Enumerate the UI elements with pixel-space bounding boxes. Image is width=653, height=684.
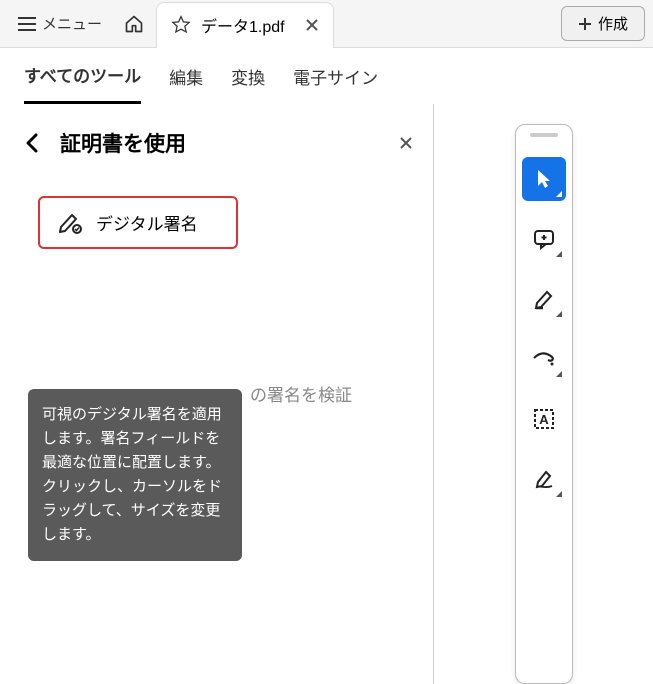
palette-drag-handle[interactable] xyxy=(530,133,558,137)
tab-title: データ1.pdf xyxy=(201,13,285,37)
tab-convert[interactable]: 変換 xyxy=(231,50,265,103)
document-tab[interactable]: データ1.pdf xyxy=(156,2,334,48)
tab-edit[interactable]: 編集 xyxy=(169,50,203,103)
panel-title: 証明書を使用 xyxy=(60,128,383,158)
textbox-tool[interactable]: A xyxy=(522,397,566,441)
text-box-icon: A xyxy=(533,408,555,430)
tab-all-tools[interactable]: すべてのツール xyxy=(24,48,141,104)
panel-close-button[interactable] xyxy=(399,136,413,150)
freehand-icon xyxy=(532,350,556,368)
back-button[interactable] xyxy=(20,131,44,155)
verify-label: の署名を検証 xyxy=(250,381,352,406)
cursor-icon xyxy=(534,168,554,190)
fountain-pen-icon xyxy=(533,468,555,490)
tooltip: 可視のデジタル署名を適用します。署名フィールドを最適な位置に配置します。クリック… xyxy=(28,389,242,561)
home-button[interactable] xyxy=(116,6,152,42)
close-icon xyxy=(305,18,319,32)
hamburger-icon xyxy=(18,17,36,31)
tool-palette: A xyxy=(515,124,573,684)
draw-tool[interactable] xyxy=(522,337,566,381)
menu-button[interactable]: メニュー xyxy=(8,7,112,40)
create-button[interactable]: 作成 xyxy=(561,6,645,41)
close-icon xyxy=(399,136,413,150)
plus-icon xyxy=(578,17,592,31)
star-icon xyxy=(171,15,191,35)
tooltip-text: 可視のデジタル署名を適用します。署名フィールドを最適な位置に配置します。クリック… xyxy=(42,406,222,543)
tab-close-button[interactable] xyxy=(305,18,319,32)
highlight-tool[interactable] xyxy=(522,277,566,321)
create-label: 作成 xyxy=(598,13,628,34)
signature-pen-icon xyxy=(58,211,84,235)
tab-esign[interactable]: 電子サイン xyxy=(293,50,378,103)
menu-label: メニュー xyxy=(42,13,102,34)
select-tool[interactable] xyxy=(522,157,566,201)
home-icon xyxy=(124,14,144,34)
comment-tool[interactable] xyxy=(522,217,566,261)
chevron-left-icon xyxy=(25,133,39,153)
pencil-icon xyxy=(533,288,555,310)
digital-sign-button[interactable]: デジタル署名 xyxy=(38,196,238,249)
comment-icon xyxy=(533,228,555,250)
sign-tool[interactable] xyxy=(522,457,566,501)
svg-text:A: A xyxy=(539,412,549,427)
digital-sign-label: デジタル署名 xyxy=(96,210,198,235)
